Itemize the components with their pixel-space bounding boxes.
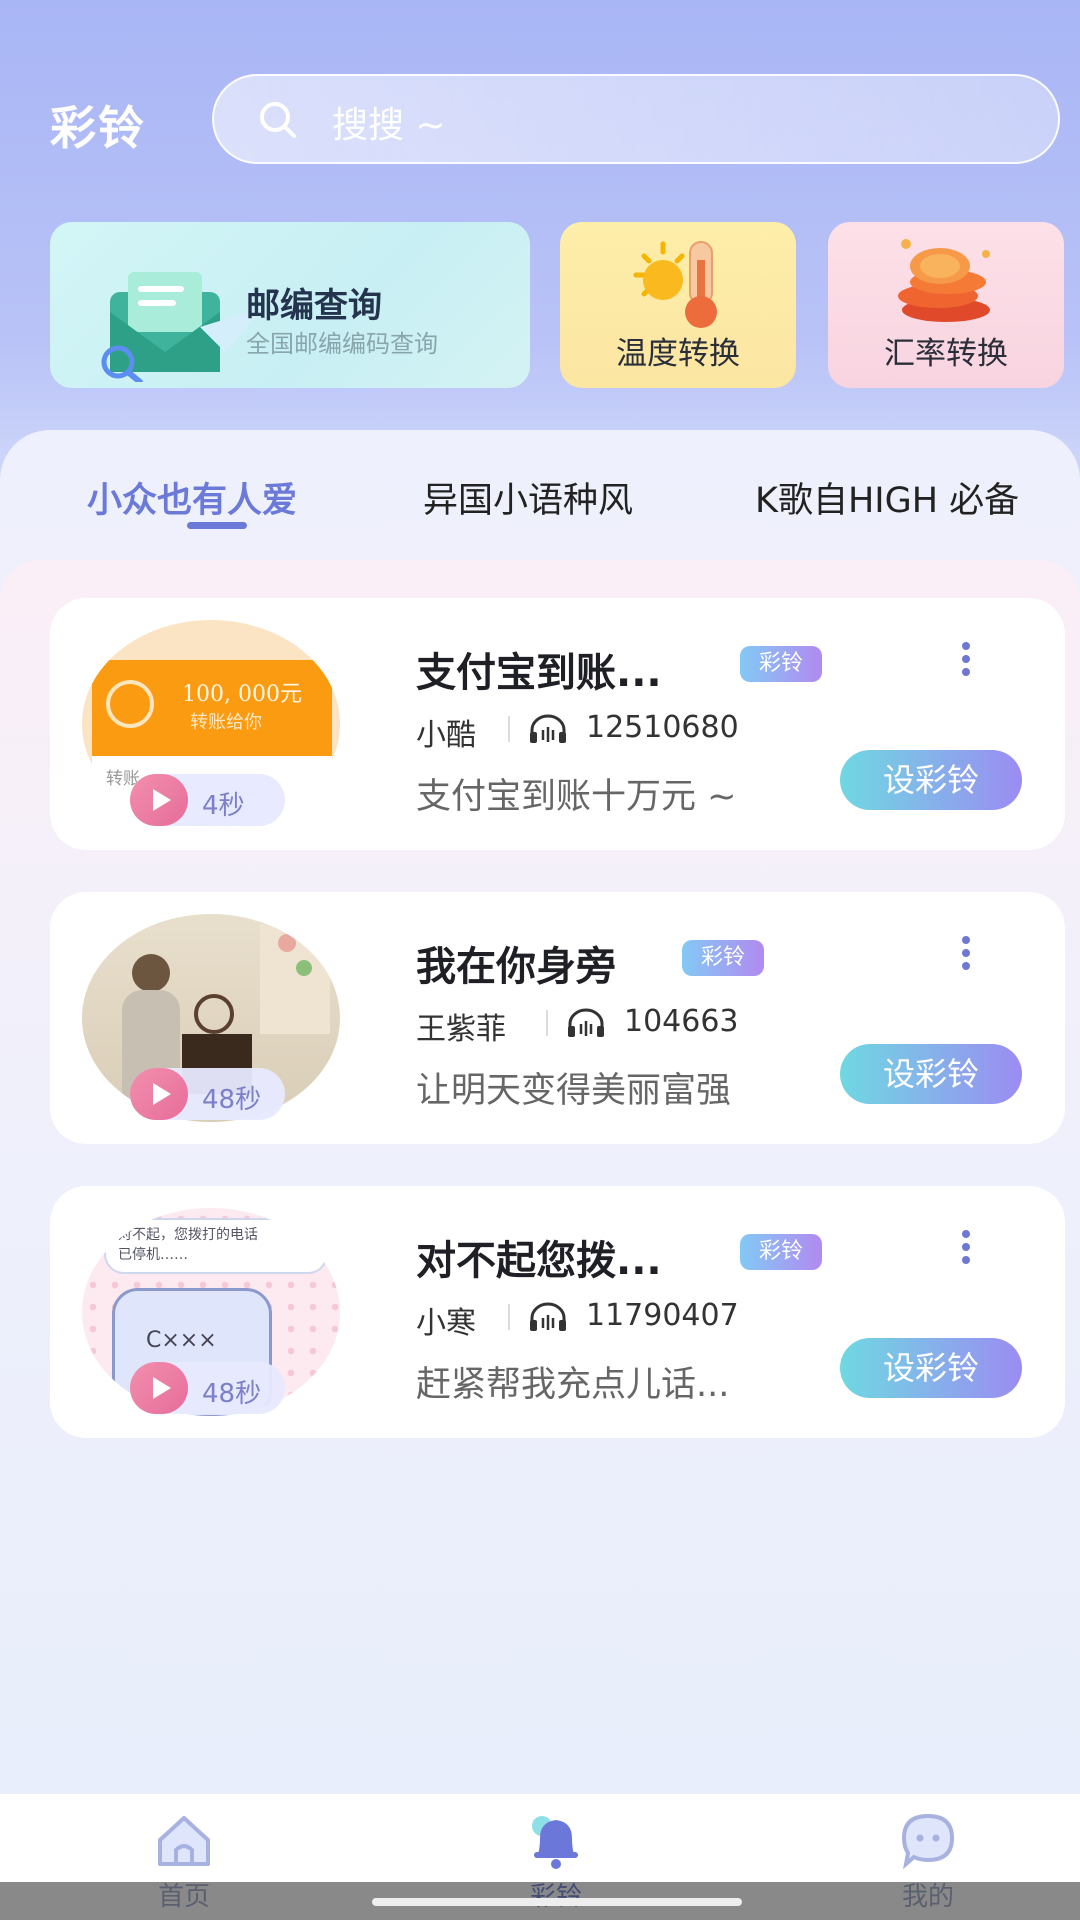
set-ringtone-button[interactable]: 设彩铃 [840,1044,1022,1104]
divider [508,1304,510,1330]
song-description: 赶紧帮我充点儿话... [416,1365,730,1405]
cover-line2: 已停机…… [118,1247,188,1263]
play-icon[interactable] [130,1362,188,1414]
song-card[interactable]: 100, 000元 转账给你 转账 4秒 支付宝到账... 彩铃 小酷 1251… [50,598,1065,850]
postcode-title: 邮编查询 [246,286,382,326]
duration-pill[interactable]: 48秒 [130,1068,285,1120]
headphones-icon [530,714,566,743]
cover-phone: C××× [146,1328,217,1353]
cover-line1: 对不起，您拨打的电话 [118,1227,258,1243]
ringtone-badge: 彩铃 [740,646,822,682]
chat-face-icon [901,1813,955,1870]
bell-icon [532,1816,578,1869]
duration-pill[interactable]: 4秒 [130,774,285,826]
play-count: 11790407 [586,1298,739,1333]
tab-karaoke[interactable]: K歌自HIGH 必备 [755,472,1019,523]
home-icon [158,1816,210,1866]
coins-icon [898,239,990,322]
duration: 48秒 [202,1085,262,1115]
cover-amount: 100, 000元 [182,682,302,707]
divider [508,716,510,742]
more-icon[interactable] [962,1230,972,1270]
duration: 4秒 [202,791,245,821]
divider [546,1010,548,1036]
active-tab-indicator [187,522,247,529]
singer: 小酷 [416,718,476,753]
song-title: 支付宝到账... [416,650,662,696]
headphones-icon [568,1008,604,1037]
headphones-icon [530,1302,566,1331]
set-ringtone-button[interactable]: 设彩铃 [840,750,1022,810]
search-icon [260,102,296,138]
screen: 彩铃 搜搜 ~ 邮编查询 全国邮编编码查询 温度转换 汇率转换 小众也有人爱 异… [0,0,1080,1920]
cover-caption: 转账给你 [190,712,262,733]
duration-pill[interactable]: 48秒 [130,1362,285,1414]
singer: 王紫菲 [416,1012,506,1047]
duration: 48秒 [202,1379,262,1409]
temperature-convert-card[interactable]: 温度转换 [560,222,796,388]
play-count: 12510680 [586,710,739,745]
postcode-subtitle: 全国邮编编码查询 [246,330,438,358]
play-icon[interactable] [130,1068,188,1120]
play-count: 104663 [624,1004,739,1039]
exchange-rate-card[interactable]: 汇率转换 [828,222,1064,388]
tab-niche[interactable]: 小众也有人爱 [87,472,297,523]
sun-thermometer-icon [633,241,717,328]
ringtone-badge: 彩铃 [682,940,764,976]
more-icon[interactable] [962,642,972,682]
ringtone-badge: 彩铃 [740,1234,822,1270]
search-placeholder: 搜搜 ~ [332,105,446,146]
home-indicator[interactable] [372,1898,742,1906]
temperature-convert-label: 温度转换 [616,336,740,372]
search-bar[interactable]: 搜搜 ~ [212,74,1060,164]
play-icon[interactable] [130,774,188,826]
page-title: 彩铃 [50,101,146,155]
song-title: 对不起您拨... [416,1238,662,1284]
singer: 小寒 [416,1306,476,1341]
set-ringtone-button[interactable]: 设彩铃 [840,1338,1022,1398]
song-description: 支付宝到账十万元 ~ [416,777,737,817]
more-icon[interactable] [962,936,972,976]
song-title: 我在你身旁 [416,944,616,990]
exchange-rate-label: 汇率转换 [884,336,1008,372]
envelope-icon [101,272,265,382]
postcode-query-card[interactable]: 邮编查询 全国邮编编码查询 [50,222,530,388]
song-description: 让明天变得美丽富强 [416,1071,732,1111]
tab-foreign[interactable]: 异国小语种风 [423,472,633,523]
song-card[interactable]: 对不起，您拨打的电话 已停机…… C××× 48秒 对不起您拨... 彩铃 小寒… [50,1186,1065,1438]
song-card[interactable]: 48秒 我在你身旁 彩铃 王紫菲 104663 让明天变得美丽富强 设彩铃 [50,892,1065,1144]
